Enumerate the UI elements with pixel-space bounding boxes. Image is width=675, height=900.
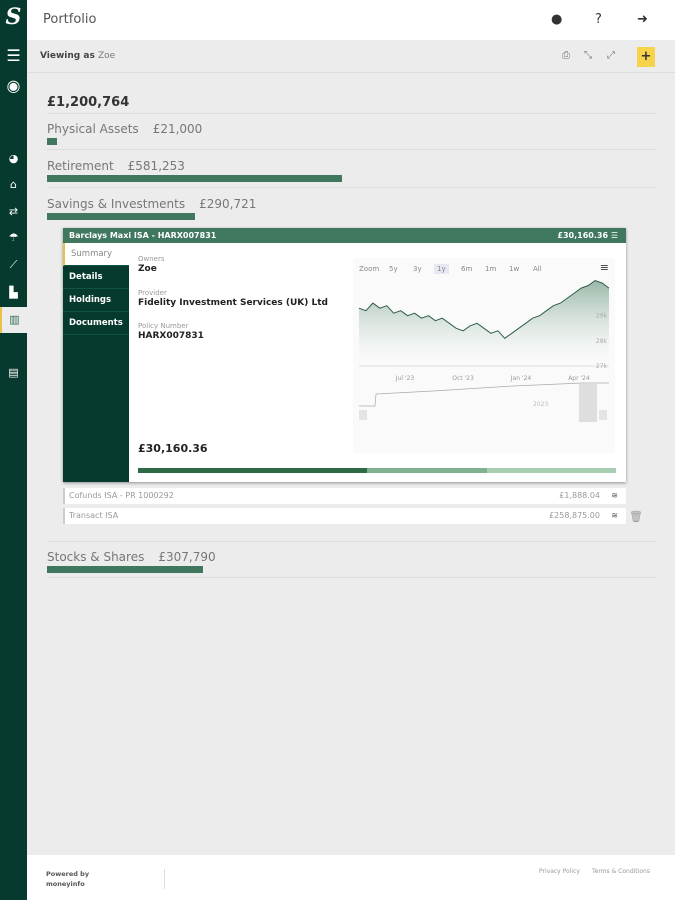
account-tabs: Summary Details Holdings Documents xyxy=(63,243,129,482)
logout-icon[interactable]: ➜ xyxy=(637,12,648,27)
navigator-line xyxy=(359,382,609,407)
provider-label: Provider xyxy=(138,289,167,297)
y-tick-label: 29k xyxy=(596,313,608,320)
umbrella-icon[interactable]: ☂ xyxy=(0,231,27,244)
x-tick-label: Apr '24 xyxy=(568,375,590,382)
expand-icon[interactable]: ⤢ xyxy=(607,50,615,61)
tab-documents[interactable]: Documents xyxy=(63,312,129,335)
category-retirement[interactable]: Retirement £581,253 xyxy=(47,159,185,173)
portfolio-icon[interactable]: ▥ xyxy=(0,307,27,333)
navigator-scroll-right xyxy=(599,410,607,420)
terms-link[interactable]: Terms & Conditions xyxy=(592,868,650,875)
menu-icon[interactable]: ☰ xyxy=(0,46,27,65)
x-tick-label: Oct '23 xyxy=(452,375,474,382)
navigator-scroll-left xyxy=(359,410,367,420)
page-title: Portfolio xyxy=(43,12,97,27)
progress-segment xyxy=(138,468,368,473)
y-tick-label: 28k xyxy=(596,338,608,345)
account-card-header[interactable]: Barclays Maxi ISA - HARX007831 £30,160.36… xyxy=(63,228,626,243)
document-icon[interactable]: ▤ xyxy=(0,366,27,379)
category-bar xyxy=(47,138,58,145)
account-balance: £30,160.36 xyxy=(138,442,208,455)
x-tick-label: Jan '24 xyxy=(510,375,532,382)
add-button[interactable]: + xyxy=(637,47,655,67)
account-row[interactable]: Transact ISA £258,875.00 ≋ xyxy=(63,508,626,524)
owners-value: Zoe xyxy=(138,264,157,274)
viewing-as: Viewing as Zoe xyxy=(40,51,116,61)
policy-value: HARX007831 xyxy=(138,331,204,341)
policy-label: Policy Number xyxy=(138,322,189,330)
rss-icon: ≋ xyxy=(611,511,618,520)
account-row[interactable]: Cofunds ISA - PR 1000292 £1,888.04 ≋ xyxy=(63,488,626,504)
y-tick-label: 27k xyxy=(596,363,608,370)
trash-icon[interactable]: 🗑 xyxy=(629,510,643,523)
account-card: Barclays Maxi ISA - HARX007831 £30,160.36… xyxy=(63,228,626,482)
line-chart-icon[interactable]: ⟋ xyxy=(0,258,27,272)
value-chart: Zoom 5y 3y 1y 6m 1m 1w All ≡ 27k 28k 29k Jul '23 O… xyxy=(353,258,615,453)
sidebar: S ☰ ◉ ◕ ⌂ ⇄ ☂ ⟋ ▙ ▥ ▤ xyxy=(0,0,27,900)
logo-icon: S xyxy=(5,4,22,30)
rss-icon: ≋ xyxy=(611,491,618,500)
viewing-bar: Viewing as Zoe ⎙ ⤡ ⤢ + xyxy=(27,40,675,73)
print-icon[interactable]: ⎙ xyxy=(562,50,570,61)
category-bar xyxy=(47,175,343,182)
progress-bar xyxy=(138,468,616,473)
rss-icon: ☰ xyxy=(610,231,618,240)
progress-segment xyxy=(486,468,616,473)
powered-by: Powered by moneyinfo xyxy=(46,869,165,889)
area-chart-icon[interactable]: ▙ xyxy=(0,286,27,299)
collapse-icon[interactable]: ⤡ xyxy=(584,50,592,61)
owners-label: Owners xyxy=(138,255,165,263)
tab-details[interactable]: Details xyxy=(63,266,129,289)
tab-holdings[interactable]: Holdings xyxy=(63,289,129,312)
privacy-link[interactable]: Privacy Policy xyxy=(539,868,580,875)
category-stocks-shares[interactable]: Stocks & Shares £307,790 xyxy=(47,550,216,564)
tab-summary[interactable]: Summary xyxy=(63,243,129,266)
help-icon[interactable]: ? xyxy=(595,12,602,27)
top-bar: Portfolio ● ? ➜ xyxy=(27,0,675,40)
provider-value: Fidelity Investment Services (UK) Ltd xyxy=(138,298,328,308)
bank-icon[interactable]: ⌂ xyxy=(0,178,27,191)
x-tick-label: Jul '23 xyxy=(395,375,415,382)
category-physical-assets[interactable]: Physical Assets £21,000 xyxy=(47,122,202,136)
progress-segment xyxy=(367,468,487,473)
category-bar xyxy=(47,213,195,220)
user-circle-icon[interactable]: ◉ xyxy=(0,76,27,95)
category-savings-investments[interactable]: Savings & Investments £290,721 xyxy=(47,197,256,211)
account-icon[interactable]: ● xyxy=(551,12,562,27)
dashboard-icon[interactable]: ◕ xyxy=(0,152,27,165)
navigator-label: 2023 xyxy=(533,401,548,408)
chart-area xyxy=(359,280,609,366)
footer: Powered by moneyinfo Privacy Policy Terms… xyxy=(27,855,675,900)
transfer-icon[interactable]: ⇄ xyxy=(0,205,27,218)
portfolio-total: £1,200,764 xyxy=(47,95,130,110)
category-bar xyxy=(47,566,204,573)
navigator-handle xyxy=(579,384,597,422)
